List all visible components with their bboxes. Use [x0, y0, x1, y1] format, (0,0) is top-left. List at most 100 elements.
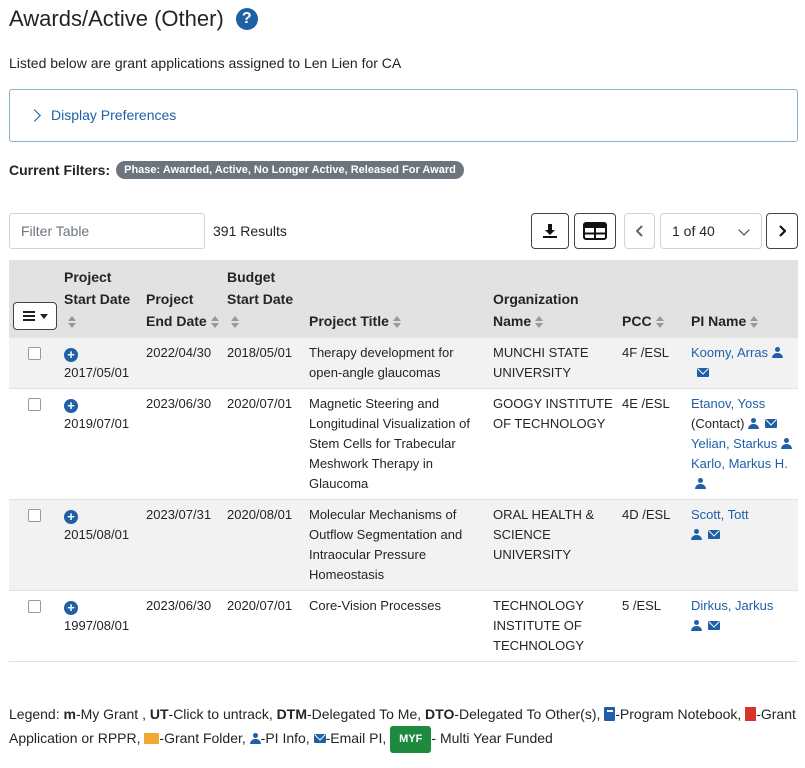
cell-end-date: 2023/06/30: [142, 388, 223, 500]
sort-icon: [231, 315, 239, 329]
cell-project-title: Magnetic Steering and Longitudinal Visua…: [305, 388, 489, 500]
cell-pi: Dirkus, Jarkus: [687, 590, 798, 662]
pi-link[interactable]: Koomy, Arras: [691, 345, 768, 360]
cell-budget-start: 2020/08/01: [223, 499, 305, 591]
person-icon[interactable]: [695, 478, 706, 489]
column-menu-cell: [9, 260, 60, 338]
expand-row-icon[interactable]: +: [64, 600, 78, 615]
pdf-icon: [745, 707, 757, 721]
cell-organization: TECHNOLOGY INSTITUTE OF TECHNOLOGY: [489, 590, 618, 662]
cell-budget-start: 2020/07/01: [223, 590, 305, 662]
next-page-button[interactable]: [766, 213, 798, 249]
cell-end-date: 2023/06/30: [142, 590, 223, 662]
question-circle-icon[interactable]: ?: [235, 8, 258, 30]
table-row: +2015/08/01 2023/07/31 2020/08/01 Molecu…: [9, 499, 798, 591]
person-icon: [249, 733, 261, 744]
pi-link[interactable]: Karlo, Markus H.: [691, 456, 788, 471]
table-row: +1997/08/01 2023/06/30 2020/07/01 Core-V…: [9, 590, 798, 662]
cell-project-title: Molecular Mechanisms of Outflow Segmenta…: [305, 499, 489, 591]
download-button[interactable]: [531, 213, 569, 249]
folder-icon: [144, 733, 160, 744]
current-filters: Current Filters: Phase: Awarded, Active,…: [9, 161, 464, 179]
sort-icon: [750, 315, 759, 329]
cell-project-title: Therapy development for open-angle glauc…: [305, 338, 489, 389]
sort-icon: [392, 315, 401, 329]
envelope-icon[interactable]: [697, 368, 709, 377]
chevron-right-icon: [28, 108, 41, 122]
header-project-title[interactable]: Project Title: [305, 260, 489, 338]
person-icon[interactable]: [772, 347, 784, 358]
cell-budget-start: 2020/07/01: [223, 388, 305, 500]
cell-pi: Scott, Tott: [687, 499, 798, 591]
sort-icon: [655, 315, 664, 329]
sort-icon: [68, 315, 76, 329]
filter-table-input[interactable]: [9, 213, 205, 249]
cell-organization: ORAL HEALTH & SCIENCE UNIVERSITY: [489, 499, 618, 591]
expand-row-icon[interactable]: +: [64, 398, 78, 413]
page-select-value: 1 of 40: [672, 223, 715, 239]
table-row: +2017/05/01 2022/04/30 2018/05/01 Therap…: [9, 338, 798, 389]
header-project-end-date[interactable]: Project End Date: [142, 260, 223, 338]
legend: Legend: m-My Grant , UT-Click to untrack…: [9, 703, 799, 753]
envelope-icon[interactable]: [708, 621, 720, 630]
person-icon[interactable]: [781, 438, 793, 449]
table-layout-icon: [583, 222, 607, 240]
previous-page-button[interactable]: [624, 213, 655, 249]
pi-contact-note: (Contact): [691, 416, 745, 431]
person-icon[interactable]: [691, 620, 702, 631]
cell-start-date: 1997/08/01: [64, 618, 130, 633]
display-preferences-label: Display Preferences: [51, 107, 177, 123]
menu-icon: [22, 311, 35, 321]
cell-end-date: 2022/04/30: [142, 338, 223, 389]
column-menu-button[interactable]: [13, 302, 57, 330]
envelope-icon[interactable]: [765, 419, 778, 428]
row-checkbox[interactable]: [28, 398, 41, 411]
cell-start-date: 2019/07/01: [64, 416, 130, 431]
pi-link[interactable]: Dirkus, Jarkus: [691, 598, 773, 613]
header-project-start-date[interactable]: Project Start Date: [60, 260, 142, 338]
grants-table: Project Start Date Project End Date Budg…: [9, 260, 798, 662]
cell-pcc: 4D /ESL: [618, 499, 687, 591]
download-icon: [543, 224, 557, 238]
header-budget-start-date[interactable]: Budget Start Date: [223, 260, 305, 338]
table-row: +2019/07/01 2023/06/30 2020/07/01 Magnet…: [9, 388, 798, 500]
row-checkbox[interactable]: [28, 600, 41, 613]
expand-row-icon[interactable]: +: [64, 347, 78, 362]
table-header-row: Project Start Date Project End Date Budg…: [9, 260, 798, 338]
sort-icon: [210, 315, 219, 329]
pi-link[interactable]: Etanov, Yoss: [691, 396, 765, 411]
cell-start-date: 2015/08/01: [64, 527, 130, 542]
display-preferences-toggle[interactable]: Display Preferences: [28, 107, 177, 123]
cell-start-date: 2017/05/01: [64, 365, 130, 380]
cell-pcc: 5 /ESL: [618, 590, 687, 662]
pi-link[interactable]: Scott, Tott: [691, 507, 749, 522]
notebook-icon: [604, 707, 616, 721]
cell-pi: Etanov, Yoss (Contact) Yelian, Starkus K…: [687, 388, 798, 500]
pi-link[interactable]: Yelian, Starkus: [691, 436, 777, 451]
row-checkbox[interactable]: [28, 509, 41, 522]
person-icon[interactable]: [748, 418, 760, 429]
page-select[interactable]: 1 of 40: [660, 213, 762, 249]
cell-pi: Koomy, Arras: [687, 338, 798, 389]
header-pi-name[interactable]: PI Name: [687, 260, 798, 338]
caret-down-icon: [39, 313, 48, 319]
page-title: Awards/Active (Other) ?: [9, 6, 258, 32]
cell-project-title: Core-Vision Processes: [305, 590, 489, 662]
cell-organization: GOOGY INSTITUTE OF TECHNOLOGY: [489, 388, 618, 500]
expand-row-icon[interactable]: +: [64, 509, 78, 524]
cell-pcc: 4F /ESL: [618, 338, 687, 389]
header-organization-name[interactable]: Organization Name: [489, 260, 618, 338]
envelope-icon[interactable]: [708, 530, 720, 539]
chevron-right-icon: [779, 225, 786, 237]
header-pcc[interactable]: PCC: [618, 260, 687, 338]
results-count: 391 Results: [213, 223, 287, 239]
chevron-left-icon: [635, 225, 643, 237]
display-preferences-panel: Display Preferences: [9, 89, 798, 142]
cell-end-date: 2023/07/31: [142, 499, 223, 591]
table-layout-button[interactable]: [574, 213, 616, 249]
chevron-down-icon: [738, 224, 750, 236]
filter-badge: Phase: Awarded, Active, No Longer Active…: [116, 161, 464, 179]
person-icon[interactable]: [691, 529, 702, 540]
page-title-text: Awards/Active (Other): [9, 6, 224, 31]
row-checkbox[interactable]: [28, 347, 41, 360]
